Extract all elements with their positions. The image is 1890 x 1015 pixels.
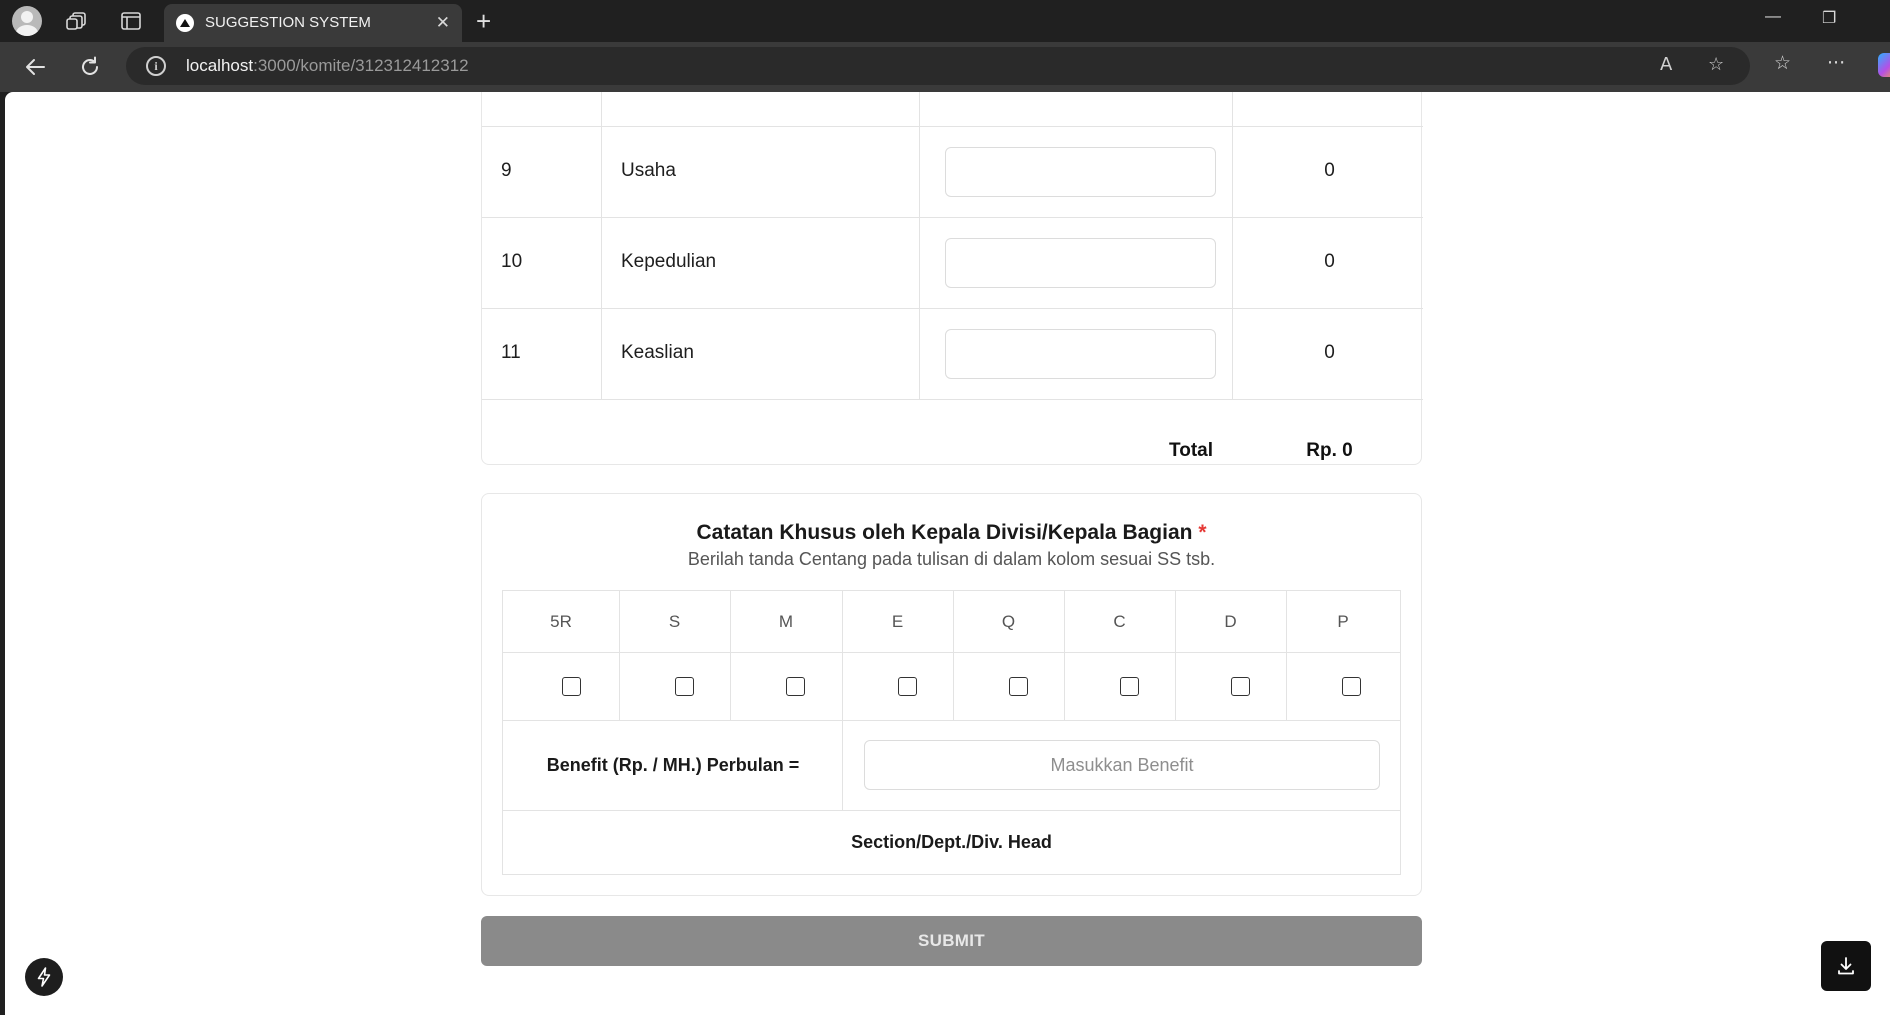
- browser-toolbar: i localhost:3000/komite/312312412312 A ☆…: [0, 42, 1890, 92]
- checkbox-e[interactable]: [897, 676, 917, 696]
- category-header-5r: 5R: [550, 611, 572, 631]
- row-criteria: Usaha: [621, 160, 676, 181]
- benefit-label: Benefit (Rp. / MH.) Perbulan =: [546, 754, 800, 775]
- close-tab-icon[interactable]: ✕: [436, 13, 450, 33]
- site-favicon-icon: [176, 14, 194, 32]
- row-criteria: Kepedulian: [621, 251, 717, 272]
- submit-button[interactable]: SUBMIT: [481, 916, 1422, 966]
- score-input-keaslian[interactable]: [945, 329, 1216, 379]
- benefit-input[interactable]: [864, 740, 1380, 790]
- category-header-c: C: [1113, 611, 1126, 631]
- lightning-icon[interactable]: [25, 958, 63, 996]
- notes-card: Catatan Khusus oleh Kepala Divisi/Kepala…: [481, 493, 1422, 896]
- more-options-icon[interactable]: ···: [1827, 52, 1845, 74]
- row-score: 0: [1324, 160, 1335, 181]
- checkbox-d[interactable]: [1230, 676, 1250, 696]
- category-header-d: D: [1224, 611, 1237, 631]
- score-input-usaha[interactable]: [945, 147, 1216, 197]
- checkbox-c[interactable]: [1119, 676, 1139, 696]
- category-header-e: E: [891, 611, 904, 631]
- signature-label: Section/Dept./Div. Head: [851, 832, 1052, 852]
- download-icon[interactable]: [1821, 941, 1871, 991]
- checkbox-p[interactable]: [1341, 676, 1361, 696]
- read-aloud-icon[interactable]: A: [1660, 54, 1672, 75]
- category-check-table: 5R S M E Q C D P Benefit (Rp. / MH.) Per…: [502, 590, 1401, 875]
- category-header-p: P: [1337, 611, 1349, 631]
- category-header-q: Q: [1001, 611, 1016, 631]
- category-header-m: M: [778, 611, 794, 631]
- favorites-list-icon[interactable]: ☆: [1774, 52, 1791, 74]
- row-score: 0: [1324, 342, 1335, 363]
- total-label: Total: [1169, 440, 1213, 461]
- row-score: 0: [1324, 251, 1335, 272]
- workspaces-icon[interactable]: [62, 7, 92, 35]
- score-input-kepedulian[interactable]: [945, 238, 1216, 288]
- address-bar[interactable]: i localhost:3000/komite/312312412312 A ☆: [126, 47, 1750, 85]
- back-arrow-icon[interactable]: [20, 52, 50, 82]
- notes-subtitle: Berilah tanda Centang pada tulisan di da…: [687, 549, 1216, 569]
- required-mark: *: [1198, 521, 1207, 544]
- tab-title: SUGGESTION SYSTEM: [205, 14, 371, 31]
- copilot-icon[interactable]: [1878, 53, 1890, 77]
- row-number: 9: [501, 160, 512, 181]
- info-icon[interactable]: i: [146, 56, 166, 76]
- active-tab[interactable]: SUGGESTION SYSTEM ✕: [164, 4, 462, 42]
- notes-title: Catatan Khusus oleh Kepala Divisi/Kepala…: [696, 521, 1207, 544]
- row-number: 10: [501, 251, 523, 272]
- row-number: 11: [501, 342, 521, 363]
- minimize-button[interactable]: —: [1765, 8, 1781, 26]
- url-text[interactable]: localhost:3000/komite/312312412312: [186, 56, 469, 76]
- star-icon[interactable]: ☆: [1708, 54, 1724, 75]
- row-criteria: Keaslian: [621, 342, 694, 363]
- checkbox-5r[interactable]: [562, 676, 581, 696]
- tab-actions-icon[interactable]: [116, 7, 146, 35]
- total-value: Rp. 0: [1306, 440, 1353, 461]
- score-table-card: 9 Usaha 0 10 Kepedulian 0 11 Keaslian 0 …: [481, 92, 1423, 465]
- checkbox-q[interactable]: [1008, 676, 1028, 696]
- checkbox-m[interactable]: [785, 676, 805, 696]
- new-tab-button[interactable]: +: [476, 6, 491, 37]
- reload-icon[interactable]: [75, 52, 105, 82]
- category-header-s: S: [668, 611, 681, 631]
- checkbox-s[interactable]: [674, 676, 694, 696]
- page-viewport: 9 Usaha 0 10 Kepedulian 0 11 Keaslian 0 …: [5, 92, 1890, 1015]
- profile-icon[interactable]: [12, 6, 42, 36]
- restore-button[interactable]: ❐: [1822, 8, 1836, 28]
- browser-tab-bar: SUGGESTION SYSTEM ✕ + — ❐: [0, 0, 1890, 42]
